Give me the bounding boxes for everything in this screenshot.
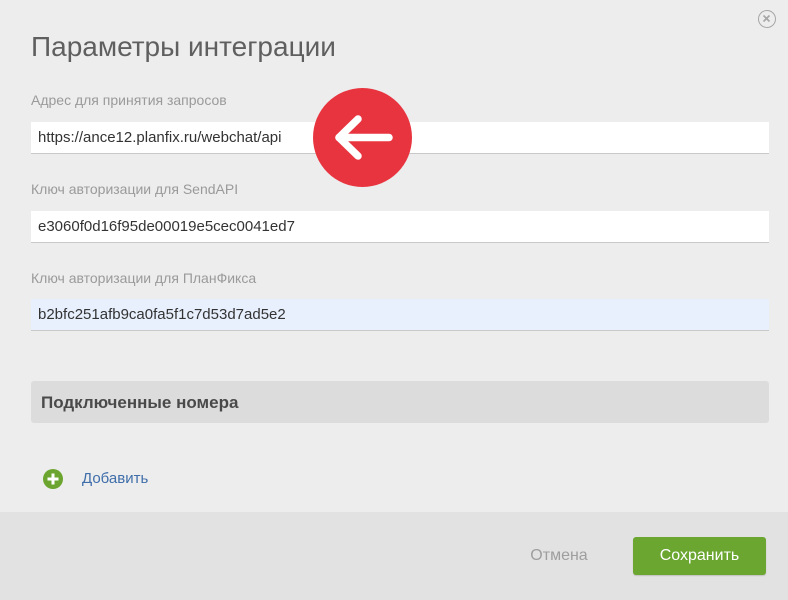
request-address-label: Адрес для принятия запросов <box>31 92 227 108</box>
cancel-button[interactable]: Отмена <box>513 537 605 575</box>
planfix-key-input[interactable] <box>31 299 769 331</box>
save-button[interactable]: Сохранить <box>633 537 766 575</box>
arrow-left-icon <box>335 115 393 160</box>
plus-circle-icon <box>43 469 63 489</box>
sendapi-key-input[interactable] <box>31 211 769 243</box>
dialog-title: Параметры интеграции <box>31 31 336 62</box>
connected-numbers-title: Подключенные номера <box>41 393 239 412</box>
sendapi-key-label: Ключ авторизации для SendAPI <box>31 181 239 197</box>
connected-numbers-header: Подключенные номера <box>31 381 769 423</box>
annotation-arrow-badge <box>313 88 412 187</box>
integration-settings-dialog: Параметры интеграции Адрес для принятия … <box>0 0 788 600</box>
close-button[interactable] <box>758 10 776 28</box>
planfix-key-label: Ключ авторизации для ПланФикса <box>31 270 257 286</box>
add-number-label: Добавить <box>82 470 149 487</box>
close-icon <box>762 14 771 23</box>
